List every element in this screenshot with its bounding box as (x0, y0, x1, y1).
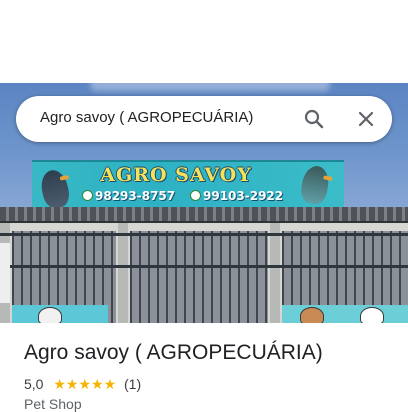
bird-illustration-icon (38, 167, 72, 211)
whatsapp-icon (190, 190, 201, 201)
top-blank-area (0, 0, 408, 83)
whatsapp-icon (82, 190, 93, 201)
side-sign (0, 243, 10, 303)
sign-phone-2: 99103-2922 (190, 189, 283, 203)
sign-phone-1: 98293-8757 (82, 189, 175, 203)
dog-mural-icon (360, 307, 384, 323)
star-rating-icon: ★★★★★ (53, 375, 117, 392)
gate-bar (0, 265, 408, 268)
pillar (118, 223, 128, 323)
rating-row[interactable]: 5,0 ★★★★★ (1) (24, 375, 141, 393)
storefront-sign: AGRO SAVOY 98293-8757 99103-2922 (32, 160, 344, 213)
metal-gate (130, 231, 268, 323)
review-count[interactable]: (1) (124, 376, 141, 392)
place-title: Agro savoy ( AGROPECUÁRIA) (24, 341, 323, 364)
parrot-illustration-icon (298, 164, 333, 206)
roof-edge (0, 207, 408, 223)
close-icon[interactable] (354, 107, 378, 131)
search-bar[interactable]: Agro savoy ( AGROPECUÁRIA) (16, 96, 392, 142)
dog-mural-icon (38, 307, 62, 323)
dog-mural-icon (300, 307, 324, 323)
pillar (270, 223, 280, 323)
search-icon[interactable] (302, 107, 326, 131)
search-input[interactable]: Agro savoy ( AGROPECUÁRIA) (40, 109, 253, 126)
blurred-background-text (90, 83, 330, 91)
sign-title: AGRO SAVOY (100, 164, 252, 186)
rating-value: 5,0 (24, 376, 44, 393)
gate-bar (0, 233, 408, 236)
place-category[interactable]: Pet Shop (24, 396, 82, 412)
